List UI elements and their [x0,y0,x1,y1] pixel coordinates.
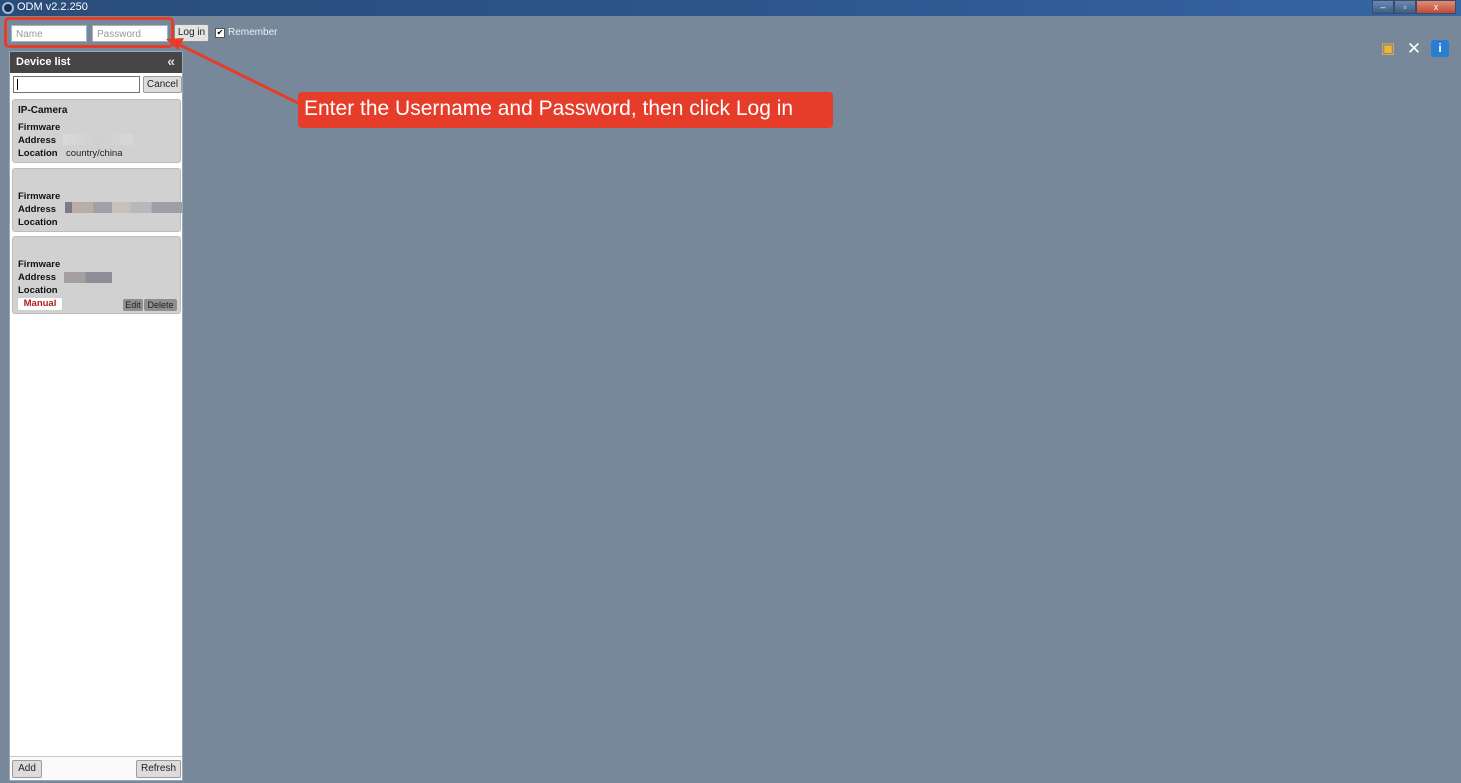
firmware-label: Firmware [18,259,61,270]
add-button[interactable]: Add [12,760,42,778]
firmware-label: Firmware [18,122,61,133]
address-label: Address [18,272,57,283]
device-search-row: Cancel [10,73,182,96]
blurred-address [64,272,112,283]
blurred-address [65,202,182,213]
device-card[interactable]: IP-Camera Firmware Address Location coun… [12,99,181,163]
edit-button[interactable]: Edit [123,299,143,311]
collapse-icon[interactable]: « [167,53,175,69]
location-value: country/china [66,148,123,159]
device-list-panel: Device list « Cancel IP-Camera Firmware … [9,51,183,781]
address-label: Address [18,204,57,215]
delete-button[interactable]: Delete [144,299,177,311]
device-list-title: Device list [16,56,71,68]
device-name: IP-Camera [18,105,68,116]
location-label: Location [18,217,58,228]
address-label: Address [18,135,57,146]
cancel-button[interactable]: Cancel [143,76,182,93]
refresh-button[interactable]: Refresh [136,760,181,778]
blurred-address [63,134,133,145]
device-list-header: Device list « [10,52,182,73]
device-card[interactable]: Firmware Address Location Manual Edit De… [12,236,181,314]
device-card[interactable]: Firmware Address Location [12,168,182,232]
device-list-footer: Add Refresh [10,756,182,780]
location-label: Location [18,148,58,159]
device-search-input[interactable] [13,76,140,93]
location-label: Location [18,285,58,296]
instruction-callout: Enter the Username and Password, then cl… [298,92,833,128]
firmware-label: Firmware [18,191,61,202]
manual-badge: Manual [18,298,62,310]
